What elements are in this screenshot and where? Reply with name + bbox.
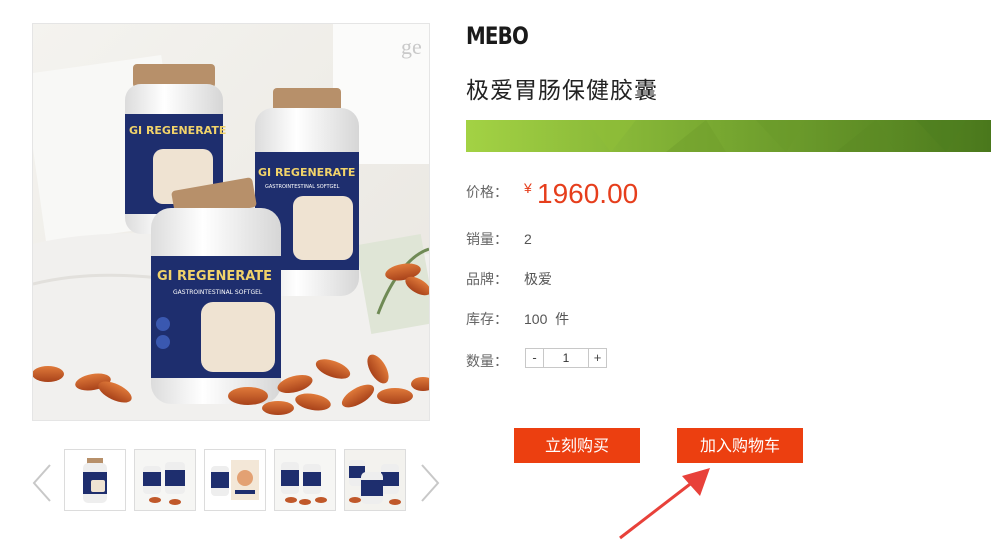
brand-logo: MEBO — [466, 22, 529, 50]
annotation-arrow-icon — [619, 468, 710, 540]
product-title: 极爱胃肠保健胶囊 — [466, 78, 658, 104]
thumbnail-3[interactable] — [204, 449, 266, 511]
stock-value: 100 件 — [524, 311, 570, 327]
svg-text:GASTROINTESTINAL SOFTGEL: GASTROINTESTINAL SOFTGEL — [265, 184, 340, 190]
price-value: 1960.00 — [537, 178, 639, 209]
svg-text:ge: ge — [401, 34, 422, 59]
brand-logo-text: MEBO — [466, 22, 528, 48]
gallery-prev-arrow[interactable] — [31, 463, 53, 503]
chevron-left-icon — [32, 464, 51, 502]
svg-text:GI REGENERATE: GI REGENERATE — [258, 166, 355, 179]
quantity-increase-button[interactable]: + — [588, 349, 606, 367]
main-product-image: ge GI REGENERATE GI REGENERATE GASTROINT… — [32, 23, 430, 421]
thumbnail-1[interactable] — [64, 449, 126, 511]
quantity-decrease-button[interactable]: - — [526, 349, 544, 367]
brand-value: 极爱 — [524, 271, 552, 287]
thumbnail-4[interactable] — [274, 449, 336, 511]
buy-now-button[interactable]: 立刻购买 — [514, 428, 640, 463]
promo-banner — [466, 120, 991, 152]
quantity-label: 数量： — [466, 353, 508, 369]
sales-row: 销量： 2 — [466, 229, 532, 249]
gallery-next-arrow[interactable] — [419, 463, 441, 503]
svg-text:GASTROINTESTINAL SOFTGEL: GASTROINTESTINAL SOFTGEL — [173, 289, 263, 296]
sales-value: 2 — [524, 231, 532, 247]
quantity-input[interactable] — [544, 349, 588, 367]
price-row: 价格： ¥ 1960.00 — [466, 178, 638, 209]
stock-label: 库存： — [466, 311, 508, 327]
quantity-row: 数量： — [466, 351, 524, 371]
chevron-right-icon — [421, 464, 440, 502]
thumbnail-2[interactable] — [134, 449, 196, 511]
price-label: 价格： — [466, 184, 508, 200]
add-to-cart-button[interactable]: 加入购物车 — [677, 428, 803, 463]
currency-symbol: ¥ — [524, 180, 532, 196]
brand-row: 品牌： 极爱 — [466, 269, 552, 289]
quantity-stepper: - + — [525, 348, 607, 368]
svg-text:GI REGENERATE: GI REGENERATE — [129, 124, 226, 137]
stock-row: 库存： 100 件 — [466, 309, 569, 329]
thumbnail-5[interactable] — [344, 449, 406, 511]
svg-text:GI REGENERATE: GI REGENERATE — [157, 269, 272, 284]
sales-label: 销量： — [466, 231, 508, 247]
brand-label: 品牌： — [466, 271, 508, 287]
